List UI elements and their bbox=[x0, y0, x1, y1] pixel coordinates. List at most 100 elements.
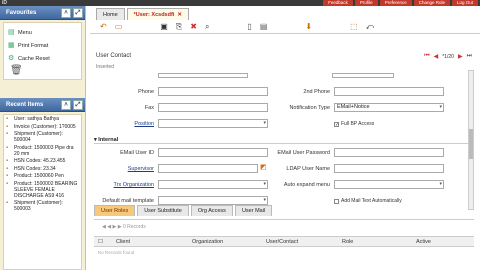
phone-input[interactable] bbox=[158, 87, 268, 96]
phone2-input[interactable] bbox=[334, 87, 444, 96]
report-icon[interactable]: ▤ bbox=[260, 22, 268, 31]
supervisor-label[interactable]: Supervisor bbox=[94, 166, 154, 172]
zoom-icon[interactable]: ⤺ bbox=[366, 22, 375, 31]
notification-type-select[interactable]: EMail+Notice bbox=[334, 103, 444, 112]
grid-toolbar: ◀ ◀ ▶ ▶ 0 Records bbox=[94, 219, 474, 235]
auto-expand-select[interactable] bbox=[334, 180, 444, 189]
full-bp-access-checkbox[interactable]: ✓ Full BP Access bbox=[334, 121, 374, 127]
recent-item[interactable]: ▪ HSN Codes: 45.23.455 bbox=[6, 158, 79, 164]
position-select[interactable] bbox=[158, 119, 268, 128]
copy-icon[interactable]: ⎘ bbox=[176, 22, 182, 31]
column-client[interactable]: Client bbox=[116, 239, 130, 245]
favourite-item-cache-reset[interactable]: ⚙ Cache Reset bbox=[8, 52, 77, 65]
main-area: Home *User: Xcsdsdfi ✕ ↶ ▭ ▣ ⎘ ✖ ⌕ ▯ ▤ ⬇ … bbox=[90, 6, 480, 270]
find-icon[interactable]: ⌕ bbox=[205, 22, 209, 31]
favourite-label: Cache Reset bbox=[18, 55, 50, 62]
phone2-label: 2nd Phone bbox=[303, 89, 330, 95]
tab-org-access[interactable]: Org Access bbox=[190, 205, 233, 216]
recent-list: ▪ User: sathya Bathya ▪ Invoice (Customer)… bbox=[3, 114, 82, 270]
recent-item[interactable]: ▪ Product: 1500003 Pipe dra 20 mm bbox=[6, 145, 79, 157]
fax-label: Fax bbox=[144, 105, 154, 111]
form-scrollbar[interactable] bbox=[468, 70, 474, 210]
column-role[interactable]: Role bbox=[342, 239, 353, 245]
email-user-password-input[interactable] bbox=[334, 148, 444, 157]
grid-nav-icons[interactable]: ◀ ◀ ▶ ▶ bbox=[102, 224, 123, 230]
document-icon: ▪ bbox=[6, 123, 9, 130]
recent-item[interactable]: ▪ Shipment (Customer): 500004 bbox=[6, 131, 79, 143]
lookup-icon[interactable]: ◩ bbox=[260, 164, 268, 172]
position-label[interactable]: Position bbox=[94, 121, 154, 127]
new-record-icon[interactable]: ▭ bbox=[115, 22, 123, 31]
fax-input[interactable] bbox=[158, 103, 268, 112]
internal-section-header[interactable]: ▾ Internal bbox=[94, 137, 470, 144]
expand-icon[interactable]: ⤢ bbox=[73, 100, 83, 110]
next-record-icon[interactable]: ▶ bbox=[458, 53, 463, 60]
auto-expand-label: Auto expand menu bbox=[283, 182, 330, 188]
column-user-contact[interactable]: User/Contact bbox=[266, 239, 298, 245]
recent-item[interactable]: ▪ HSN Codes: 23.34 bbox=[6, 166, 79, 172]
notification-type-label: Notification Type bbox=[289, 105, 330, 111]
records-count: 0 Records bbox=[122, 224, 146, 230]
tab-user-roles[interactable]: User Roles bbox=[94, 205, 136, 216]
first-record-icon[interactable]: ⏮ bbox=[424, 53, 429, 60]
record-counter: *1/20 bbox=[442, 53, 454, 60]
favourites-list: ▤ Menu ▦ Print Format ⚙ Cache Reset 🗑 bbox=[3, 22, 82, 80]
tab-user[interactable]: *User: Xcsdsdfi ✕ bbox=[126, 8, 189, 20]
close-icon[interactable]: ✕ bbox=[177, 12, 182, 18]
expand-icon[interactable]: ⤢ bbox=[73, 8, 83, 18]
favourites-header: Favourites ˄ ⤢ bbox=[0, 6, 85, 20]
menu-icon: ▤ bbox=[8, 29, 15, 36]
column-organization[interactable]: Organization bbox=[192, 239, 223, 245]
recent-title: Recent Items bbox=[6, 102, 44, 108]
trx-organization-label[interactable]: Trx Organization bbox=[94, 182, 154, 188]
collapse-icon[interactable]: ˄ bbox=[61, 100, 71, 110]
scrolled-field[interactable] bbox=[158, 73, 248, 78]
recent-item[interactable]: ▪ Product: 1500002 BEARING SLEEVE FEMALE … bbox=[6, 181, 79, 199]
tab-user-substitute[interactable]: User Substitute bbox=[137, 205, 189, 216]
grid-empty-message: No Records found bbox=[98, 250, 135, 255]
document-icon: ▪ bbox=[6, 131, 9, 137]
recent-item[interactable]: ▪ User: sathya Bathya bbox=[6, 116, 79, 122]
collapse-icon[interactable]: ˄ bbox=[61, 8, 71, 18]
document-icon: ▪ bbox=[6, 200, 9, 206]
recent-item[interactable]: ▪ Product: 1500060 Pen bbox=[6, 173, 79, 179]
last-record-icon[interactable]: ⏭ bbox=[467, 53, 472, 60]
column-active[interactable]: Active bbox=[416, 239, 431, 245]
document-icon: ▪ bbox=[6, 165, 9, 172]
save-icon[interactable]: ▣ bbox=[160, 22, 168, 31]
favourite-item-print-format[interactable]: ▦ Print Format bbox=[8, 39, 77, 52]
select-all-checkbox[interactable]: ☐ bbox=[98, 239, 103, 245]
default-mail-template-select[interactable] bbox=[158, 196, 268, 205]
favourite-item-menu[interactable]: ▤ Menu bbox=[8, 26, 77, 39]
recent-item[interactable]: ▪ Invoice (Customer): 1?0005 bbox=[6, 124, 79, 130]
window-tabs: Home *User: Xcsdsdfi ✕ bbox=[96, 8, 189, 20]
add-mail-text-checkbox[interactable]: Add Mail Text Automatically bbox=[334, 198, 402, 204]
detail-icon[interactable]: ⬇ bbox=[305, 22, 312, 31]
trx-organization-select[interactable] bbox=[158, 180, 268, 189]
tab-user-mail[interactable]: User Mail bbox=[234, 205, 273, 216]
detail-tabs: User Roles User Substitute Org Access Us… bbox=[94, 205, 273, 216]
tab-home[interactable]: Home bbox=[96, 8, 125, 20]
scrolled-field[interactable] bbox=[332, 73, 394, 78]
undo-icon[interactable]: ↶ bbox=[100, 22, 107, 31]
default-mail-template-label: Default mail template bbox=[102, 198, 154, 204]
delete-icon[interactable]: ✖ bbox=[190, 22, 197, 31]
toolbar: ↶ ▭ ▣ ⎘ ✖ ⌕ ▯ ▤ ⬇ ⬚ ⤺ bbox=[90, 20, 480, 34]
print-format-icon: ▦ bbox=[8, 42, 15, 49]
trash-icon[interactable]: 🗑 bbox=[10, 65, 77, 76]
document-icon: ▪ bbox=[6, 173, 9, 179]
attachment-icon[interactable]: ▯ bbox=[247, 22, 251, 31]
favourites-title: Favourites bbox=[6, 10, 37, 16]
email-user-id-label: EMail User ID bbox=[120, 150, 154, 156]
previous-record-icon[interactable]: ◀ bbox=[434, 53, 439, 60]
email-user-id-input[interactable] bbox=[158, 148, 268, 157]
supervisor-input[interactable] bbox=[158, 164, 258, 173]
ldap-label: LDAP User Name bbox=[286, 166, 330, 172]
ldap-input[interactable] bbox=[334, 164, 444, 173]
recent-header: Recent Items ˄ ⤢ bbox=[0, 98, 85, 112]
history-icon[interactable]: ⬚ bbox=[350, 22, 358, 31]
window-title: User Contact bbox=[96, 53, 132, 59]
recent-item[interactable]: ▪ Shipment (Customer): 500003 bbox=[6, 200, 79, 212]
user-form: Phone 2nd Phone Fax Notification Type EM… bbox=[94, 69, 470, 209]
scrollbar-thumb[interactable] bbox=[469, 129, 473, 159]
